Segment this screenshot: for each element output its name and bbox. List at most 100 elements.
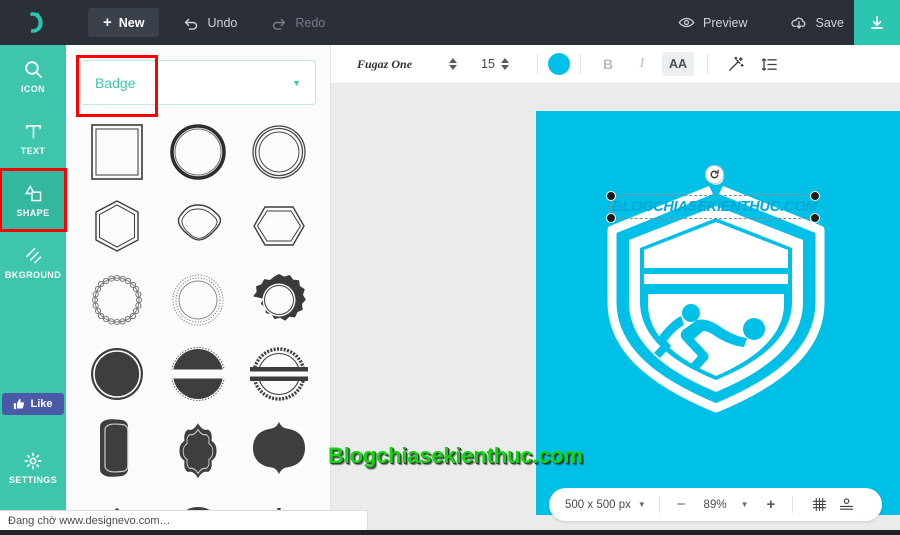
facebook-like-button[interactable]: Like <box>2 393 64 415</box>
font-size-input[interactable]: 15 <box>475 57 501 71</box>
shape-item[interactable] <box>239 263 320 337</box>
line-spacing-button[interactable] <box>755 52 783 76</box>
shape-item[interactable] <box>76 189 157 263</box>
redo-label: Redo <box>295 15 326 30</box>
zoom-in-button[interactable]: + <box>763 496 780 513</box>
grid-icon <box>812 497 827 512</box>
shape-item[interactable] <box>76 411 157 485</box>
watermark-text: Blogchiasekienthuc.com <box>328 443 583 468</box>
divider <box>658 496 660 513</box>
redo-button[interactable]: Redo <box>261 8 335 38</box>
resize-handle-bl[interactable] <box>606 213 616 223</box>
eye-icon <box>678 14 695 31</box>
chevron-down-icon: ▼ <box>292 77 301 88</box>
shape-category-dropdown[interactable]: Badge ▼ <box>80 60 316 105</box>
sidebar-item-text[interactable]: TEXT <box>0 107 66 169</box>
font-family-stepper[interactable] <box>449 58 457 70</box>
redo-icon <box>271 15 287 31</box>
text-effects-button[interactable] <box>721 52 749 76</box>
align-toggle-button[interactable] <box>833 497 860 512</box>
artboard[interactable]: BLOGCHIASEKIENTHUC.COM <box>536 111 900 515</box>
left-sidebar: ICON TEXT SHAPE BKGROUND Like SETTINGS <box>0 45 67 515</box>
chevron-down-icon[interactable]: ▼ <box>741 500 749 509</box>
thumbs-up-icon <box>13 398 25 410</box>
download-button[interactable] <box>854 0 900 45</box>
gear-circle-filled-shape <box>250 271 308 329</box>
undo-button[interactable]: Undo <box>173 8 247 38</box>
shape-item[interactable] <box>239 115 320 189</box>
sidebar-item-bkground[interactable]: BKGROUND <box>0 231 66 293</box>
shape-grid <box>66 115 330 515</box>
preview-label: Preview <box>703 15 748 30</box>
line-spacing-icon <box>761 56 778 73</box>
zoom-level-value[interactable]: 89% <box>704 499 727 511</box>
shape-item[interactable] <box>239 189 320 263</box>
zoom-toolbar: 500 x 500 px ▼ − 89% ▼ + <box>549 488 882 521</box>
text-color-swatch[interactable] <box>548 53 570 75</box>
divider <box>792 496 794 513</box>
designevo-logo-icon <box>19 9 47 37</box>
save-button[interactable]: Save <box>780 7 855 39</box>
save-label: Save <box>815 15 845 30</box>
resize-handle-tr[interactable] <box>810 191 820 201</box>
text-t-icon <box>23 121 44 142</box>
search-icon <box>23 59 44 80</box>
rotate-handle-icon[interactable] <box>705 165 724 184</box>
plus-icon: + <box>103 14 112 31</box>
sidebar-item-label: SETTINGS <box>8 475 58 485</box>
magic-wand-icon <box>727 56 744 73</box>
font-family-select[interactable]: Fugaz One <box>357 57 449 72</box>
window-bottom-strip <box>0 530 900 535</box>
facebook-like-label: Like <box>30 398 53 410</box>
rounded-hexagon-outline-shape <box>88 197 146 255</box>
shape-item[interactable] <box>157 189 238 263</box>
shape-item[interactable] <box>157 115 238 189</box>
resize-handle-tl[interactable] <box>606 191 616 201</box>
divider <box>537 54 538 74</box>
app-logo[interactable] <box>0 0 66 45</box>
browser-status-bar: Đang chờ www.designevo.com… <box>0 510 368 530</box>
background-stripes-icon <box>23 245 44 266</box>
category-row: Badge ▼ <box>66 45 330 117</box>
download-icon <box>868 14 886 32</box>
divider <box>580 54 581 74</box>
circle-filled-ring-shape <box>88 345 146 403</box>
chevron-down-icon[interactable]: ▼ <box>638 500 646 509</box>
hexagon-outline-shape <box>249 197 309 255</box>
top-toolbar: + New Undo Redo Preview Save <box>0 0 900 45</box>
banner-circle-split-shape <box>250 345 309 403</box>
sidebar-item-label: BKGROUND <box>4 269 62 280</box>
shape-item[interactable] <box>76 337 157 411</box>
sidebar-item-label: SHAPE <box>16 207 50 218</box>
letter-case-button[interactable]: AA <box>662 52 694 76</box>
canvas-size-value[interactable]: 500 x 500 px <box>565 499 631 511</box>
shape-item[interactable] <box>157 263 238 337</box>
scalloped-circle-outline-shape <box>88 271 146 329</box>
sidebar-item-settings[interactable]: SETTINGS <box>0 437 66 499</box>
italic-button[interactable]: I <box>628 52 656 76</box>
zoom-out-button[interactable]: − <box>673 496 690 513</box>
preview-button[interactable]: Preview <box>668 7 757 38</box>
sidebar-item-shape[interactable]: SHAPE <box>0 168 67 232</box>
cloud-save-icon <box>790 14 808 32</box>
shape-item[interactable] <box>239 337 320 411</box>
sidebar-item-label: TEXT <box>20 145 46 156</box>
shape-item[interactable] <box>76 115 157 189</box>
selection-bounding-box[interactable] <box>606 165 820 223</box>
new-button[interactable]: + New <box>88 8 160 37</box>
shape-item[interactable] <box>239 411 320 485</box>
plaque-rect-frame-shape <box>92 417 142 479</box>
shape-item[interactable] <box>157 337 238 411</box>
dotted-circle-outline-shape <box>169 271 227 329</box>
shape-item[interactable] <box>157 411 238 485</box>
status-text: Đang chờ www.designevo.com… <box>8 514 171 527</box>
bold-button[interactable]: B <box>594 52 622 76</box>
sidebar-item-icon[interactable]: ICON <box>0 45 66 107</box>
resize-handle-br[interactable] <box>810 213 820 223</box>
app-root: + New Undo Redo Preview Save ICON TEXT S… <box>0 0 900 535</box>
font-size-stepper[interactable] <box>501 58 509 70</box>
shape-item[interactable] <box>76 263 157 337</box>
grid-toggle-button[interactable] <box>806 497 833 512</box>
undo-label: Undo <box>207 15 238 30</box>
divider <box>707 54 708 74</box>
